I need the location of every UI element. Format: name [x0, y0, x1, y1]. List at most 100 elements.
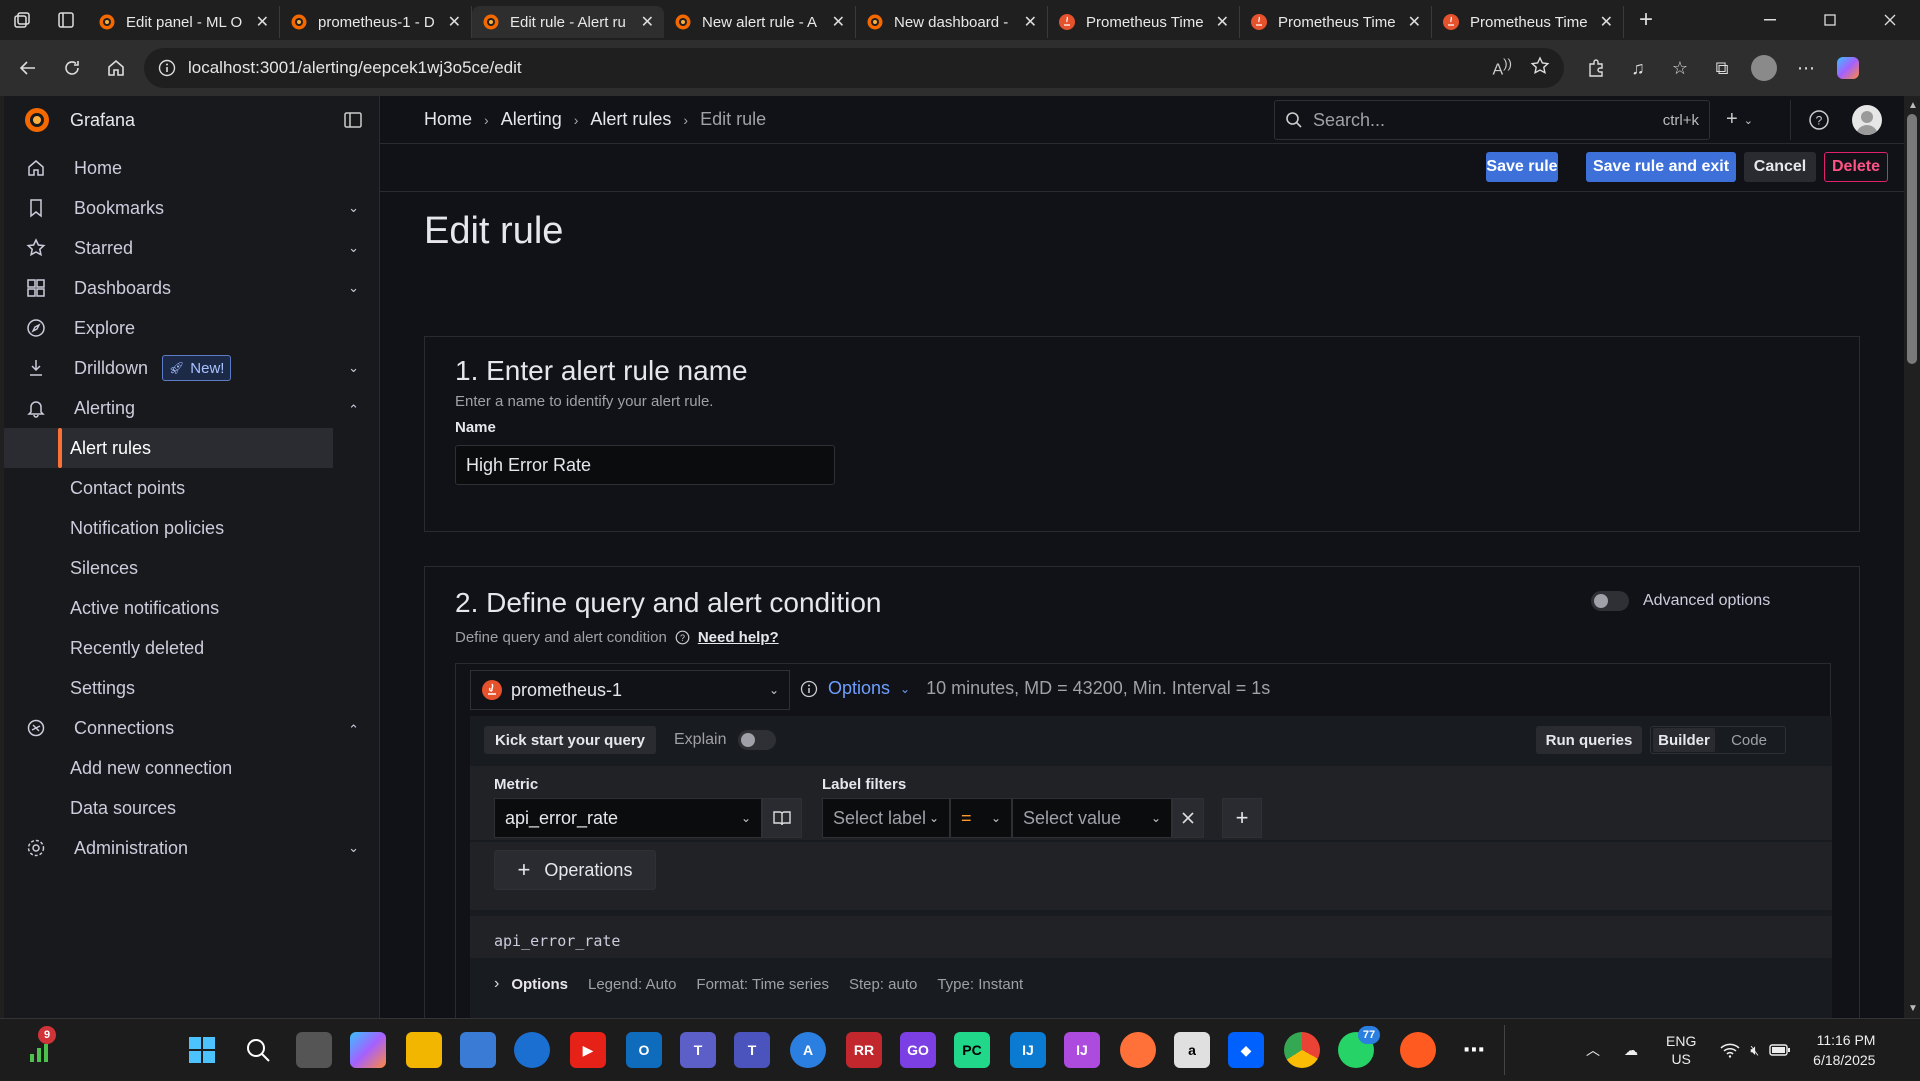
- address-bar[interactable]: localhost:3001/alerting/eepcek1wj3o5ce/e…: [144, 48, 1564, 88]
- sidebar-subitem[interactable]: Alert rules: [4, 428, 333, 468]
- sidebar-subitem[interactable]: Silences: [4, 548, 379, 588]
- goland-icon[interactable]: GO: [900, 1032, 936, 1068]
- maximize-button[interactable]: [1800, 0, 1860, 40]
- query-options-button[interactable]: Options: [828, 678, 890, 699]
- search-input[interactable]: Search... ctrl+k: [1274, 100, 1710, 140]
- search-icon[interactable]: [240, 1032, 276, 1068]
- dock-menu-icon[interactable]: [343, 110, 363, 130]
- clock[interactable]: 11:16 PM 6/18/2025: [1813, 1030, 1875, 1070]
- dropbox-icon[interactable]: ◆: [1228, 1032, 1264, 1068]
- breadcrumb-alerting[interactable]: Alerting: [501, 109, 562, 130]
- advanced-options-toggle[interactable]: Advanced options: [1591, 591, 1770, 611]
- minimize-button[interactable]: [1740, 0, 1800, 40]
- teams-icon[interactable]: T: [680, 1032, 716, 1068]
- close-window-button[interactable]: [1860, 0, 1920, 40]
- teams-work-icon[interactable]: T: [734, 1032, 770, 1068]
- builder-mode-button[interactable]: Builder: [1653, 728, 1715, 752]
- azure-data-studio-icon[interactable]: A: [790, 1032, 826, 1068]
- chevron-down-icon[interactable]: ⌄: [348, 280, 359, 296]
- close-tab-icon[interactable]: ✕: [641, 12, 654, 32]
- browser-tab[interactable]: Prometheus Time ✕: [1048, 6, 1240, 38]
- sidebar-subitem[interactable]: Settings: [4, 668, 379, 708]
- collections-icon[interactable]: ⧉: [1708, 54, 1736, 82]
- more-apps-icon[interactable]: ⋯: [1456, 1032, 1492, 1068]
- close-tab-icon[interactable]: ✕: [1408, 12, 1421, 32]
- sidebar-item-explore[interactable]: Explore: [4, 308, 379, 348]
- toggle-switch[interactable]: [738, 730, 777, 750]
- select-value-dropdown[interactable]: Select value ⌄: [1012, 798, 1172, 838]
- save-rule-button[interactable]: Save rule: [1486, 152, 1558, 182]
- sidebar-item-drilldown[interactable]: Drilldown 🚀︎ New! ⌄: [4, 348, 379, 388]
- amazon-icon[interactable]: a: [1174, 1032, 1210, 1068]
- page-scrollbar[interactable]: ▲ ▼: [1904, 96, 1920, 1018]
- chevron-down-icon[interactable]: ⌄: [348, 840, 359, 856]
- sidebar-subitem[interactable]: Contact points: [4, 468, 379, 508]
- scroll-down-arrow-icon[interactable]: ▼: [1908, 1003, 1918, 1014]
- browser-tab[interactable]: Prometheus Time ✕: [1432, 6, 1624, 38]
- onedrive-cloud-icon[interactable]: ☁: [1624, 1042, 1638, 1059]
- browser-tab[interactable]: New dashboard - ✕: [856, 6, 1048, 38]
- outlook-icon[interactable]: O: [626, 1032, 662, 1068]
- sidebar-subitem[interactable]: Recently deleted: [4, 628, 379, 668]
- sidebar-subitem[interactable]: Notification policies: [4, 508, 379, 548]
- close-tab-icon[interactable]: ✕: [1024, 12, 1037, 32]
- need-help-link[interactable]: Need help?: [698, 629, 779, 646]
- copilot-app-icon[interactable]: [350, 1032, 386, 1068]
- add-operations-button[interactable]: + Operations: [494, 850, 656, 890]
- youtube-icon[interactable]: ▶: [570, 1032, 606, 1068]
- run-queries-button[interactable]: Run queries: [1536, 726, 1642, 754]
- help-icon[interactable]: ?: [1808, 109, 1830, 131]
- toggle-switch[interactable]: [1591, 591, 1629, 611]
- chevron-down-icon[interactable]: ⌄: [348, 240, 359, 256]
- close-tab-icon[interactable]: ✕: [1216, 12, 1229, 32]
- favorite-star-icon[interactable]: [1530, 56, 1550, 79]
- more-menu-icon[interactable]: ⋯: [1792, 54, 1820, 82]
- language-indicator[interactable]: ENG US: [1666, 1032, 1696, 1068]
- edge-browser-icon[interactable]: [514, 1032, 550, 1068]
- back-button[interactable]: [6, 48, 50, 88]
- close-tab-icon[interactable]: ✕: [832, 12, 845, 32]
- new-menu-button[interactable]: + ⌄: [1726, 108, 1753, 131]
- rule-name-input[interactable]: High Error Rate: [455, 445, 835, 485]
- grafana-logo-icon[interactable]: [22, 105, 52, 135]
- extensions-icon[interactable]: [1582, 54, 1610, 82]
- site-info-icon[interactable]: [158, 59, 176, 77]
- favorites-icon[interactable]: ☆: [1666, 54, 1694, 82]
- datasource-picker[interactable]: prometheus-1 ⌄: [470, 670, 790, 710]
- add-filter-button[interactable]: +: [1222, 798, 1262, 838]
- sidebar-subitem[interactable]: Active notifications: [4, 588, 379, 628]
- intellij-icon[interactable]: IJ: [1010, 1032, 1046, 1068]
- tab-actions-icon[interactable]: [44, 0, 88, 40]
- postman-icon[interactable]: [1400, 1032, 1436, 1068]
- close-tab-icon[interactable]: ✕: [448, 12, 461, 32]
- chevron-down-icon[interactable]: ⌄: [348, 360, 359, 376]
- scrollbar-thumb[interactable]: [1907, 114, 1917, 364]
- sidebar-item-bookmarks[interactable]: Bookmarks ⌄: [4, 188, 379, 228]
- copilot-icon[interactable]: [1834, 54, 1862, 82]
- browser-tab[interactable]: Edit rule - Alert ru ✕: [472, 6, 664, 38]
- explain-toggle[interactable]: Explain: [674, 730, 777, 750]
- microsoft-store-icon[interactable]: [460, 1032, 496, 1068]
- kick-start-query-button[interactable]: Kick start your query: [484, 726, 656, 754]
- windows-start-icon[interactable]: [184, 1032, 220, 1068]
- browser-tab[interactable]: Edit panel - ML O ✕: [88, 6, 280, 38]
- metric-select[interactable]: api_error_rate ⌄: [494, 798, 762, 838]
- breadcrumb-alert-rules[interactable]: Alert rules: [590, 109, 671, 130]
- browser-tab[interactable]: New alert rule - A ✕: [664, 6, 856, 38]
- cancel-button[interactable]: Cancel: [1744, 152, 1816, 182]
- close-tab-icon[interactable]: ✕: [1600, 12, 1613, 32]
- sidebar-subitem[interactable]: Add new connection: [4, 748, 379, 788]
- chevron-up-icon[interactable]: ⌃: [348, 402, 359, 418]
- close-tab-icon[interactable]: ✕: [256, 12, 269, 32]
- rider-icon[interactable]: RR: [846, 1032, 882, 1068]
- select-label-dropdown[interactable]: Select label ⌄: [822, 798, 950, 838]
- browser-tab[interactable]: Prometheus Time ✕: [1240, 6, 1432, 38]
- scroll-up-arrow-icon[interactable]: ▲: [1908, 100, 1918, 111]
- chevron-down-icon[interactable]: ⌄: [348, 200, 359, 216]
- user-avatar[interactable]: [1852, 105, 1882, 135]
- sidebar-item-starred[interactable]: Starred ⌄: [4, 228, 379, 268]
- task-view-icon[interactable]: [296, 1032, 332, 1068]
- show-hidden-icons-chevron-icon[interactable]: ︿: [1586, 1040, 1600, 1060]
- file-explorer-icon[interactable]: [406, 1032, 442, 1068]
- read-aloud-icon[interactable]: A)): [1492, 56, 1512, 79]
